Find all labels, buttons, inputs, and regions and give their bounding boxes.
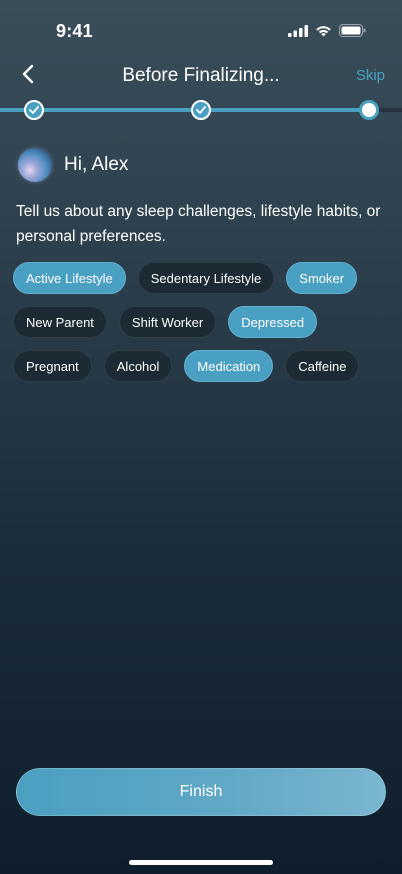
- wifi-icon: [315, 24, 332, 42]
- home-indicator: [129, 860, 273, 865]
- checkmark-icon: [29, 101, 39, 119]
- chip-depressed[interactable]: Depressed: [228, 306, 318, 338]
- status-bar: 9:41: [0, 0, 402, 60]
- progress-fill: [0, 108, 370, 112]
- greeting: Hi, Alex: [18, 148, 128, 182]
- skip-button[interactable]: Skip: [356, 67, 385, 84]
- progress-step-3-current: [359, 100, 379, 120]
- progress-step-1: [24, 100, 44, 120]
- status-icons: [288, 24, 366, 42]
- chip-caffeine[interactable]: Caffeine: [285, 350, 360, 382]
- chip-sedentary-lifestyle[interactable]: Sedentary Lifestyle: [137, 262, 275, 294]
- navigation-bar: Before Finalizing... Skip: [0, 56, 402, 96]
- chip-shift-worker[interactable]: Shift Worker: [118, 306, 217, 338]
- assistant-orb-icon: [18, 148, 52, 182]
- chip-medication[interactable]: Medication: [184, 350, 274, 382]
- battery-icon: [339, 24, 366, 42]
- status-time: 9:41: [56, 21, 93, 41]
- checkmark-icon: [196, 101, 206, 119]
- cellular-signal-icon: [288, 24, 308, 42]
- chip-new-parent[interactable]: New Parent: [13, 306, 107, 338]
- chip-smoker[interactable]: Smoker: [286, 262, 358, 294]
- chip-alcohol[interactable]: Alcohol: [103, 350, 173, 382]
- page-title: Before Finalizing...: [122, 65, 280, 86]
- prompt-text: Tell us about any sleep challenges, life…: [16, 203, 381, 245]
- progress-stepper: [0, 100, 402, 120]
- progress-step-2: [191, 100, 211, 120]
- finish-button[interactable]: Finish: [16, 768, 386, 816]
- greeting-text: Hi, Alex: [64, 154, 129, 175]
- chip-pregnant[interactable]: Pregnant: [13, 350, 92, 382]
- chip-active-lifestyle[interactable]: Active Lifestyle: [13, 262, 126, 294]
- chip-group: Active Lifestyle Sedentary Lifestyle Smoke…: [13, 262, 393, 382]
